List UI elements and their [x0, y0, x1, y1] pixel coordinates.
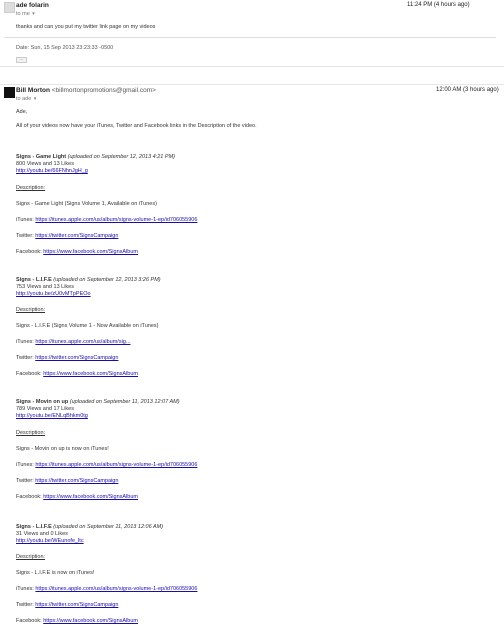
itunes-link[interactable]: https://itunes.apple.com/us/album/signs-…	[35, 217, 197, 223]
message-body: thanks and can you put my twitter link p…	[16, 24, 156, 30]
itunes-label: iTunes:	[16, 462, 34, 468]
chevron-down-icon: ▼	[32, 96, 38, 101]
description-label: Description:	[16, 307, 46, 313]
facebook-link[interactable]: https://www.facebook.com/SignsAlbum	[43, 249, 138, 255]
video-upload-date: (uploaded on September 12, 2013 4:21 PM)	[67, 154, 175, 160]
facebook-row: Facebook: https://www.facebook.com/Signs…	[16, 494, 138, 500]
itunes-row: iTunes: https://itunes.apple.com/us/albu…	[16, 217, 197, 223]
sender-name[interactable]: Bill Morton	[16, 87, 50, 94]
recipient-toggle[interactable]: to me ▼	[16, 11, 36, 17]
video-name: Signs - Game Light	[16, 154, 67, 160]
video-name: Signs - L.I.F.E	[16, 524, 52, 530]
video-link[interactable]: http://youtu.be/zU0vMTpPEOo	[16, 291, 91, 297]
video-link[interactable]: http://youtu.be/66FNhnJgH_g	[16, 168, 88, 174]
description-text: Signs - Game Light (Signs Volume 1, Avai…	[16, 201, 157, 207]
video-title: Signs - Movin on up (uploaded on Septemb…	[16, 399, 180, 405]
twitter-label: Twitter:	[16, 602, 34, 608]
itunes-link[interactable]: https://itunes.apple.com/us/album/sig...	[35, 339, 130, 345]
video-upload-date: (uploaded on September 11, 2013 12:07 AM…	[69, 399, 180, 405]
video-link[interactable]: http://youtu.be/ENLqBhkm0tg	[16, 413, 88, 419]
facebook-label: Facebook:	[16, 494, 42, 500]
itunes-link[interactable]: https://itunes.apple.com/us/album/signs-…	[35, 462, 197, 468]
twitter-link[interactable]: https://twitter.com/SignsCampaign	[35, 233, 118, 239]
itunes-label: iTunes:	[16, 217, 34, 223]
greeting: Ade,	[16, 109, 28, 115]
facebook-link[interactable]: https://www.facebook.com/SignsAlbum	[43, 371, 138, 377]
sender-email: <billmortonpromotions@gmail.com>	[51, 87, 156, 94]
twitter-link[interactable]: https://twitter.com/SignsCampaign	[35, 355, 118, 361]
twitter-row: Twitter: https://twitter.com/SignsCampai…	[16, 478, 118, 484]
video-upload-date: (uploaded on September 12, 2013 3:26 PM)	[53, 277, 161, 283]
description-label: Description:	[16, 554, 46, 560]
chevron-down-icon: ▼	[31, 11, 36, 16]
itunes-row: iTunes: https://itunes.apple.com/us/albu…	[16, 462, 197, 468]
message-ade: ade folarin to me ▼ 11:24 PM (4 hours ag…	[0, 0, 504, 67]
itunes-row: iTunes: https://itunes.apple.com/us/albu…	[16, 586, 197, 592]
facebook-link[interactable]: https://www.facebook.com/SignsAlbum	[43, 494, 138, 500]
facebook-label: Facebook:	[16, 249, 42, 255]
recipient-toggle[interactable]: to ade ▼	[16, 96, 37, 102]
video-title: Signs - L.I.F.E (uploaded on September 1…	[16, 524, 163, 530]
video-stats: 753 Views and 13 Likes	[16, 284, 74, 290]
facebook-label: Facebook:	[16, 618, 42, 624]
twitter-row: Twitter: https://twitter.com/SignsCampai…	[16, 233, 118, 239]
recipient-label: to ade	[16, 96, 32, 102]
video-upload-date: (uploaded on September 11, 2013 12:06 AM…	[53, 524, 164, 530]
sender-name[interactable]: ade folarin	[16, 2, 49, 9]
quoted-date-line: Date: Sun, 15 Sep 2013 23:23:33 -0500	[16, 45, 114, 51]
description-label: Description:	[16, 430, 46, 436]
video-stats: 800 Views and 13 Likes	[16, 161, 74, 167]
itunes-label: iTunes:	[16, 339, 34, 345]
description-label: Description:	[16, 185, 46, 191]
recipient-label: to me	[16, 11, 30, 17]
twitter-label: Twitter:	[16, 355, 34, 361]
twitter-row: Twitter: https://twitter.com/SignsCampai…	[16, 355, 118, 361]
video-stats: 789 Views and 17 Likes	[16, 406, 74, 412]
twitter-link[interactable]: https://twitter.com/SignsCampaign	[35, 478, 118, 484]
video-title: Signs - L.I.F.E (uploaded on September 1…	[16, 277, 161, 283]
facebook-label: Facebook:	[16, 371, 42, 377]
twitter-link[interactable]: https://twitter.com/SignsCampaign	[35, 602, 118, 608]
message-date: 11:24 PM (4 hours ago)	[407, 2, 470, 8]
itunes-label: iTunes:	[16, 586, 34, 592]
video-stats: 31 Views and 0 Likes	[16, 531, 68, 537]
description-text: Signs - Movin on up is now on iTunes!	[16, 446, 109, 452]
itunes-row: iTunes: https://itunes.apple.com/us/albu…	[16, 339, 130, 345]
facebook-link[interactable]: https://www.facebook.com/SignsAlbum	[43, 618, 138, 624]
twitter-label: Twitter:	[16, 233, 34, 239]
itunes-link[interactable]: https://itunes.apple.com/us/album/signs-…	[35, 586, 197, 592]
sender-block: Bill Morton <billmortonpromotions@gmail.…	[16, 87, 156, 94]
facebook-row: Facebook: https://www.facebook.com/Signs…	[16, 371, 138, 377]
facebook-row: Facebook: https://www.facebook.com/Signs…	[16, 249, 138, 255]
divider	[4, 37, 496, 38]
show-trimmed-content-button[interactable]: ···	[16, 57, 27, 63]
intro-text: All of your videos now have your iTunes,…	[16, 123, 257, 129]
video-link[interactable]: http://youtu.be/WEunofe_ltc	[16, 538, 84, 544]
facebook-row: Facebook: https://www.facebook.com/Signs…	[16, 618, 138, 624]
avatar	[4, 2, 15, 13]
avatar	[4, 87, 15, 98]
video-title: Signs - Game Light (uploaded on Septembe…	[16, 154, 175, 160]
video-name: Signs - Movin on up	[16, 399, 69, 405]
message-bill: Bill Morton <billmortonpromotions@gmail.…	[0, 84, 504, 641]
description-text: Signs - L.I.F.E is now on iTunes!	[16, 570, 95, 576]
video-name: Signs - L.I.F.E	[16, 277, 52, 283]
twitter-label: Twitter:	[16, 478, 34, 484]
message-date: 12:00 AM (3 hours ago)	[436, 87, 499, 93]
twitter-row: Twitter: https://twitter.com/SignsCampai…	[16, 602, 118, 608]
description-text: Signs - L.I.F.E (Signs Volume 1 - Now Av…	[16, 323, 159, 329]
